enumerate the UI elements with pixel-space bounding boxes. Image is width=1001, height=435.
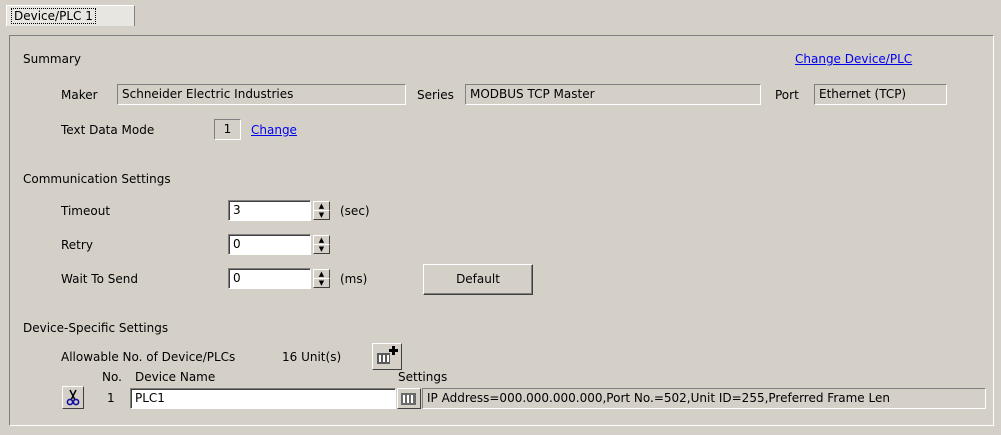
device-settings-button[interactable] — [397, 388, 421, 409]
timeout-input[interactable]: 3 — [228, 200, 311, 221]
change-device-plc-link[interactable]: Change Device/PLC — [795, 51, 912, 67]
communication-settings-heading: Communication Settings — [23, 172, 171, 186]
wait-to-send-input[interactable]: 0 — [228, 268, 311, 289]
tab-device-plc-1[interactable]: Device/PLC 1 — [6, 5, 135, 26]
text-data-mode-value: 1 — [214, 119, 241, 140]
wait-to-send-unit: (ms) — [340, 272, 368, 286]
retry-spinner[interactable]: ▲ ▼ — [313, 235, 330, 254]
timeout-spinner[interactable]: ▲ ▼ — [313, 201, 330, 220]
retry-label: Retry — [61, 238, 93, 252]
settings-grid-icon — [401, 393, 416, 405]
add-device-icon — [377, 346, 398, 364]
spin-down-icon[interactable]: ▼ — [313, 244, 330, 254]
wait-to-send-spinner[interactable]: ▲ ▼ — [313, 269, 330, 288]
text-data-mode-change-link[interactable]: Change — [251, 122, 297, 138]
series-label: Series — [417, 88, 454, 102]
port-field: Ethernet (TCP) — [814, 84, 947, 105]
column-no-header: No. — [102, 370, 122, 384]
default-button[interactable]: Default — [423, 264, 533, 295]
maker-label: Maker — [61, 88, 98, 102]
timeout-label: Timeout — [61, 204, 111, 218]
column-settings-header: Settings — [398, 370, 448, 384]
tab-label: Device/PLC 1 — [11, 8, 96, 24]
column-device-name-header: Device Name — [135, 370, 216, 384]
device-name-input[interactable]: PLC1 — [130, 388, 396, 409]
spin-down-icon[interactable]: ▼ — [313, 210, 330, 220]
device-specific-settings-heading: Device-Specific Settings — [23, 321, 169, 335]
device-settings-field: IP Address=000.000.000.000,Port No.=502,… — [422, 388, 986, 409]
add-device-button[interactable] — [372, 343, 402, 370]
timeout-unit: (sec) — [340, 204, 370, 218]
device-row-no: 1 — [107, 391, 115, 405]
series-field: MODBUS TCP Master — [465, 84, 761, 105]
spin-down-icon[interactable]: ▼ — [313, 278, 330, 288]
scissors-icon — [66, 389, 80, 406]
retry-input[interactable]: 0 — [228, 234, 311, 255]
maker-field: Schneider Electric Industries — [117, 84, 406, 105]
allowable-devices-label: Allowable No. of Device/PLCs — [61, 350, 236, 364]
text-data-mode-label: Text Data Mode — [61, 123, 155, 137]
cut-button[interactable] — [62, 386, 84, 409]
summary-heading: Summary — [23, 52, 81, 66]
port-label: Port — [775, 88, 799, 102]
wait-to-send-label: Wait To Send — [61, 272, 138, 286]
allowable-devices-value: 16 Unit(s) — [282, 350, 342, 364]
